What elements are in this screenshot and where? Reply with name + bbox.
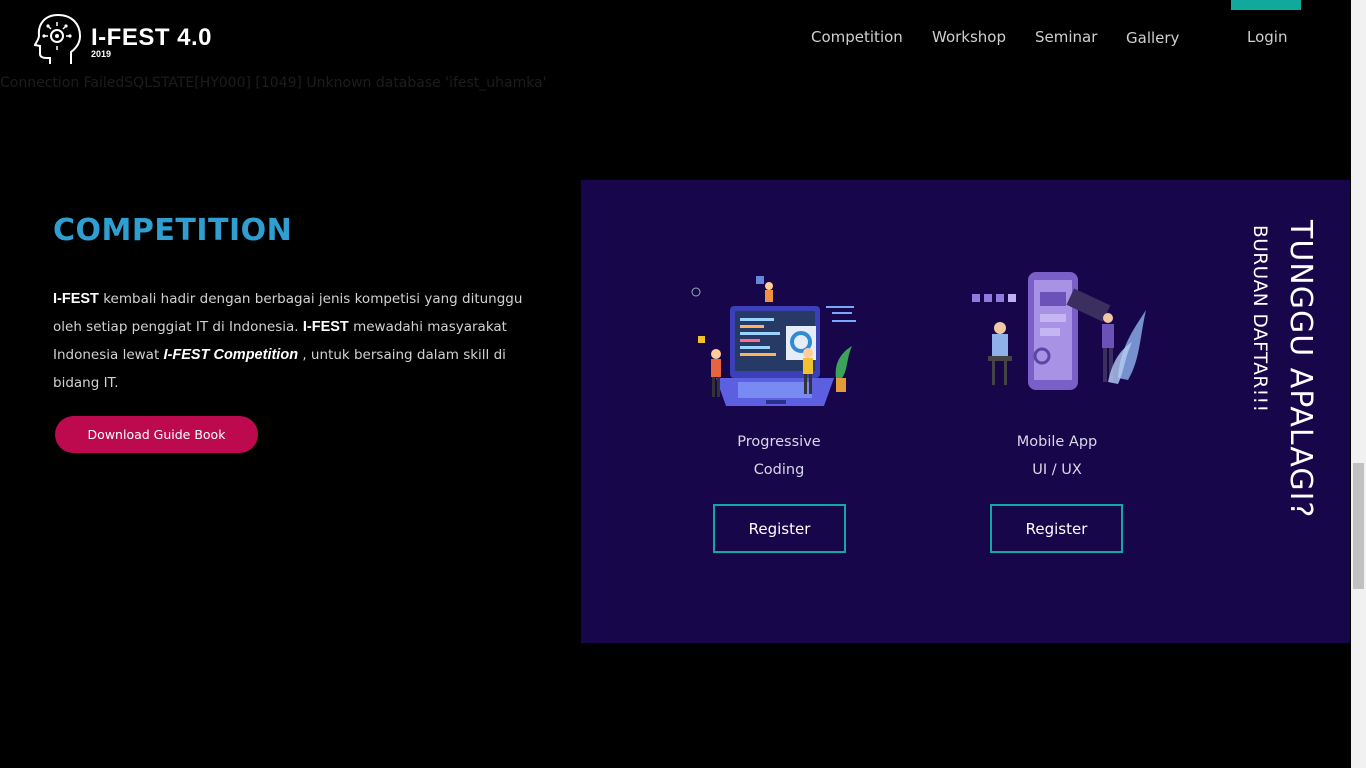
nav-workshop[interactable]: Workshop <box>932 28 1006 46</box>
promo-headline: TUNGGU APALAGI? <box>1283 220 1318 519</box>
nav-accent-tab <box>1231 0 1301 10</box>
card-title-mobile-app: Mobile App UI / UX <box>957 428 1157 484</box>
site-logo[interactable]: I-FEST 4.0 2019 <box>34 12 212 64</box>
nav-gallery[interactable]: Gallery <box>1126 29 1179 47</box>
logo-title: I-FEST 4.0 <box>91 24 213 51</box>
mobile-app-illustration-icon <box>972 272 1146 390</box>
laptop-coding-illustration-icon <box>691 276 856 406</box>
card-title-line: UI / UX <box>1032 462 1082 478</box>
promo-subline: BURUAN DAFTAR!!! <box>1249 225 1270 413</box>
nav-seminar[interactable]: Seminar <box>1035 28 1097 46</box>
brand-name: I-FEST <box>53 291 99 307</box>
card-title-progressive-coding: Progressive Coding <box>679 428 879 484</box>
section-title: COMPETITION <box>53 213 293 248</box>
brand-name: I-FEST <box>302 319 349 335</box>
ai-head-icon <box>34 14 82 64</box>
page-scrollbar[interactable] <box>1351 0 1366 768</box>
scrollbar-thumb[interactable] <box>1353 463 1364 589</box>
card-title-line: Coding <box>753 462 805 478</box>
nav-competition[interactable]: Competition <box>811 28 903 46</box>
download-guide-book-button[interactable]: Download Guide Book <box>55 416 258 453</box>
database-error-message: Connection FailedSQLSTATE[HY000] [1049] … <box>0 75 547 91</box>
card-title-line: Mobile App <box>1016 434 1098 450</box>
competition-intro: I-FEST kembali hadir dengan berbagai jen… <box>53 285 523 397</box>
nav-login[interactable]: Login <box>1247 28 1287 46</box>
logo-year: 2019 <box>91 49 112 59</box>
brand-competition: I-FEST Competition <box>163 347 299 363</box>
register-progressive-coding-button[interactable]: Register <box>713 504 846 553</box>
register-mobile-app-button[interactable]: Register <box>990 504 1123 553</box>
card-title-line: Progressive <box>737 434 821 450</box>
